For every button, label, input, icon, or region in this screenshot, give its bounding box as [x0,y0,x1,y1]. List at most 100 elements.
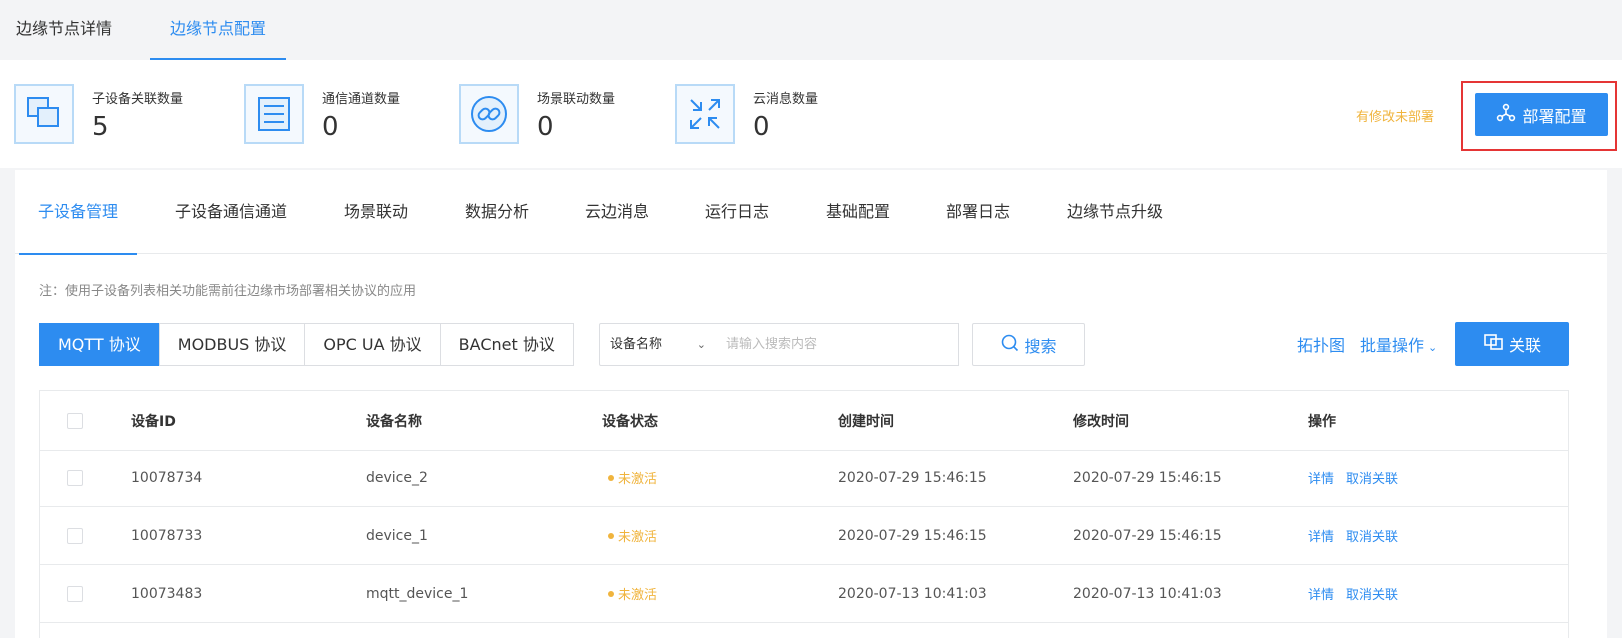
batch-operations-label: 批量操作 [1360,336,1425,355]
cell-device-id: 10078734 [131,469,203,486]
table-row: 10078734 device_2 未激活 2020-07-29 15:46:1… [40,449,1568,507]
associate-icon [1483,332,1505,356]
unlink-link[interactable]: 取消关联 [1346,526,1398,545]
protocol-bacnet-button[interactable]: BACnet 协议 [439,323,574,366]
tab-edge-node-config[interactable]: 边缘节点配置 [150,0,286,60]
search-input[interactable] [716,323,959,366]
device-table: 设备ID 设备名称 设备状态 创建时间 修改时间 操作 10078734 dev… [39,390,1569,638]
stat-label: 子设备关联数量 [92,92,184,107]
protocol-opcua-button[interactable]: OPC UA 协议 [304,323,441,366]
channel-list-icon [244,84,304,144]
cell-created-time: 2020-07-29 15:46:15 [838,469,987,486]
tab-edge-node-upgrade[interactable]: 边缘节点升级 [1067,170,1163,254]
header-created-time: 创建时间 [838,413,894,430]
tab-label: 基础配置 [826,202,891,221]
unlink-link[interactable]: 取消关联 [1346,584,1398,603]
cell-created-time: 2020-07-29 15:46:15 [838,527,987,544]
row-select-cell [67,565,83,622]
tab-edge-node-details[interactable]: 边缘节点详情 [16,0,112,60]
cell-modified-time: 2020-07-29 15:46:15 [1073,527,1222,544]
table-header: 设备ID 设备名称 设备状态 创建时间 修改时间 操作 [40,391,1568,451]
main-panel: 子设备管理 子设备通信通道 场景联动 数据分析 云边消息 运行日志 基础配置 部… [15,170,1607,638]
row-checkbox[interactable] [67,585,83,602]
cell-device-status: 未激活 [608,565,657,622]
unlink-link[interactable]: 取消关联 [1346,468,1398,487]
cell-device-id: 10073483 [131,585,203,602]
tab-scene-linkage[interactable]: 场景联动 [344,170,408,254]
stat-value: 5 [92,112,109,142]
tab-active-underline [19,253,137,255]
search-button-label: 搜索 [1024,336,1057,356]
detail-link[interactable]: 详情 [1308,526,1334,545]
search-icon [1000,333,1020,357]
stat-label: 云消息数量 [753,92,819,107]
status-dot-icon [608,532,614,539]
cell-device-status: 未激活 [608,449,657,506]
header-modified-time: 修改时间 [1073,413,1129,430]
arrows-icon [675,84,735,144]
unsaved-changes-notice: 有修改未部署 [1356,110,1435,125]
stat-value: 0 [322,112,339,142]
row-select-cell [67,507,83,564]
tab-label: 子设备管理 [37,202,118,221]
detail-link[interactable]: 详情 [1308,584,1334,603]
cell-device-name: mqtt_device_1 [366,585,469,602]
link-icon [459,84,519,144]
tab-label: 数据分析 [465,202,530,221]
tab-label: 运行日志 [705,202,770,221]
tab-label: 子设备通信通道 [175,202,288,221]
header-device-id: 设备ID [131,413,176,430]
select-all-checkbox[interactable] [67,412,83,429]
cell-actions: 详情 取消关联 [1308,449,1410,506]
deploy-icon [1496,103,1516,127]
status-text: 未激活 [618,472,658,487]
detail-link[interactable]: 详情 [1308,468,1334,487]
cell-created-time: 2020-07-13 10:41:03 [838,585,987,602]
usage-note: 注：使用子设备列表相关功能需前往边缘市场部署相关协议的应用 [39,284,417,299]
deploy-button-label: 部署配置 [1522,106,1587,126]
cell-modified-time: 2020-07-13 10:41:03 [1073,585,1222,602]
tab-sub-device-channels[interactable]: 子设备通信通道 [175,170,287,254]
protocol-filter: MQTT 协议 MODBUS 协议 OPC UA 协议 BACnet 协议 [39,323,574,366]
cell-device-name: device_2 [366,469,428,486]
header-actions: 操作 [1308,413,1336,430]
stat-label: 通信通道数量 [322,92,401,107]
cell-actions: 详情 取消关联 [1308,565,1410,622]
stat-value: 0 [537,112,554,142]
row-checkbox[interactable] [67,527,83,544]
topology-link[interactable]: 拓扑图 [1297,332,1345,356]
stats-bar: 子设备关联数量 5 通信通道数量 0 场景联动数量 0 云消息数量 0 有修改未… [0,60,1622,168]
tab-basic-config[interactable]: 基础配置 [826,170,890,254]
batch-operations-dropdown[interactable]: 批量操作 ⌄ [1360,332,1437,356]
search-field-selected: 设备名称 [610,337,663,352]
sub-tabs: 子设备管理 子设备通信通道 场景联动 数据分析 云边消息 运行日志 基础配置 部… [15,170,1607,255]
select-all-cell [67,391,83,450]
associate-button-label: 关联 [1508,336,1541,355]
cell-modified-time: 2020-07-29 15:46:15 [1073,469,1222,486]
status-dot-icon [608,474,614,481]
tab-deploy-logs[interactable]: 部署日志 [946,170,1010,254]
row-select-cell [67,449,83,506]
associate-button[interactable]: 关联 [1455,322,1569,366]
tab-label: 边缘节点配置 [169,19,266,38]
cell-device-id: 10078733 [131,527,203,544]
tab-sub-device-management[interactable]: 子设备管理 [19,170,137,255]
row-checkbox[interactable] [67,469,83,486]
status-text: 未激活 [618,530,658,545]
status-dot-icon [608,590,614,597]
protocol-mqtt-button[interactable]: MQTT 协议 [39,323,160,366]
deploy-config-button[interactable]: 部署配置 [1475,93,1608,136]
protocol-modbus-button[interactable]: MODBUS 协议 [158,323,306,366]
chevron-down-icon: ⌄ [696,338,706,351]
stat-label: 场景联动数量 [537,92,616,107]
tab-cloud-edge-messages[interactable]: 云边消息 [585,170,649,254]
tab-data-analysis[interactable]: 数据分析 [465,170,529,254]
search-field-select[interactable]: 设备名称 ⌄ [599,323,717,366]
search-button[interactable]: 搜索 [972,323,1085,366]
tab-run-logs[interactable]: 运行日志 [705,170,769,254]
cell-actions: 详情 取消关联 [1308,507,1410,564]
table-row: 10073483 mqtt_device_1 未激活 2020-07-13 10… [40,565,1568,623]
chevron-down-icon: ⌄ [1428,341,1438,354]
status-text: 未激活 [618,588,658,603]
top-tabs: 边缘节点详情 边缘节点配置 [0,0,1622,60]
